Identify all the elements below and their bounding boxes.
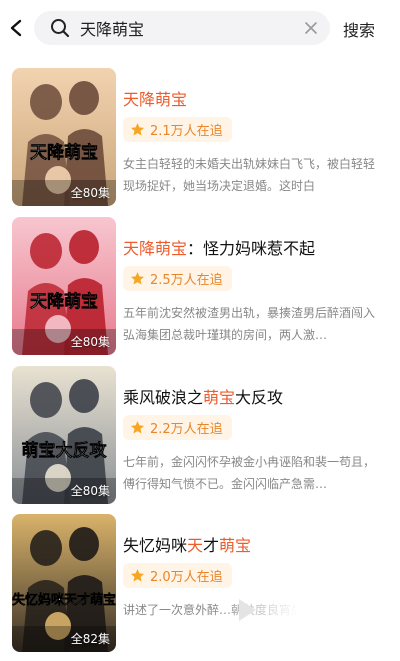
play-arrow-icon[interactable] [236, 597, 258, 623]
star-icon [131, 569, 144, 582]
poster-title-text: 萌宝大反攻 [22, 440, 108, 461]
title-text: 失忆妈咪 [123, 536, 188, 555]
search-header: 搜索 [0, 0, 400, 58]
title-highlight: 萌宝 [219, 536, 252, 555]
title-highlight: 天 [187, 536, 204, 555]
back-arrow-icon[interactable] [6, 14, 28, 42]
watchers-count: 2.5万人在追 [150, 273, 223, 288]
result-item[interactable]: 天降萌宝 全80集 天降萌宝 2.1万人在追 女主白轻轻的未婚夫出轨妹妹白飞飞，被白轻轻… [0, 68, 400, 208]
poster-image[interactable]: 失忆妈咪天才萌宝全82集 [12, 514, 116, 652]
title-text: 乘风破浪之 [123, 388, 204, 407]
result-description: 五年前沈安然被渣男出轨，暴揍渣男后醉酒闯入弘海集团总裁叶瑾琪的房间，两人激… [123, 306, 376, 342]
poster-image[interactable]: 天降萌宝全80集 [12, 217, 116, 355]
result-title[interactable]: 乘风破浪之萌宝大反攻 [123, 384, 283, 408]
episode-count: 全80集 [70, 335, 110, 349]
poster-title-text: 失忆妈咪天才萌宝 [12, 592, 116, 608]
episode-count: 全80集 [70, 484, 110, 498]
popularity-badge: 2.1万人在追 [123, 117, 232, 142]
popularity-badge: 2.0万人在追 [123, 563, 232, 588]
search-input[interactable] [80, 11, 292, 45]
popularity-badge: 2.2万人在追 [123, 415, 232, 440]
title-text: ：怪力妈咪惹不起 [187, 239, 316, 258]
title-text: 大反攻 [235, 388, 284, 407]
title-highlight: 天降萌宝 [123, 90, 188, 109]
result-item[interactable]: 萌宝大反攻 全80集 乘风破浪之萌宝大反攻 2.2万人在追 七年前，金闪闪怀孕被金小冉诬… [0, 366, 400, 506]
poster-image[interactable]: 天降萌宝全80集 [12, 68, 116, 206]
result-description: 七年前，金闪闪怀孕被金小冉诬陷和裴一苟且，傅行得知气愤不已。金闪闪临产急需… [123, 455, 376, 491]
watchers-count: 2.2万人在追 [150, 422, 223, 437]
clear-icon[interactable] [304, 21, 318, 35]
title-highlight: 萌宝 [203, 388, 236, 407]
star-icon [131, 421, 144, 434]
search-button[interactable]: 搜索 [343, 17, 375, 41]
title-highlight: 天降萌宝 [123, 239, 188, 258]
result-description: 女主白轻轻的未婚夫出轨妹妹白飞飞，被白轻轻现场捉奸，她当场决定退婚。这时白 [123, 157, 376, 193]
result-title[interactable]: 天降萌宝 [123, 86, 187, 110]
star-icon [131, 123, 144, 136]
result-title[interactable]: 失忆妈咪天才萌宝 [123, 532, 251, 556]
popularity-badge: 2.5万人在追 [123, 266, 232, 291]
watchers-count: 2.1万人在追 [150, 124, 223, 139]
search-icon [51, 19, 70, 38]
star-icon [131, 272, 144, 285]
result-title[interactable]: 天降萌宝：怪力妈咪惹不起 [123, 235, 315, 259]
result-item[interactable]: 天降萌宝 全80集 天降萌宝：怪力妈咪惹不起 2.5万人在追 五年前沈安然被渣男出轨，暴… [0, 217, 400, 357]
search-box[interactable] [34, 11, 330, 45]
episode-count: 全82集 [70, 632, 110, 646]
watchers-count: 2.0万人在追 [150, 570, 223, 585]
poster-image[interactable]: 萌宝大反攻全80集 [12, 366, 116, 504]
title-text: 才 [203, 536, 220, 555]
poster-title-text: 天降萌宝 [30, 142, 98, 163]
poster-title-text: 天降萌宝 [30, 291, 98, 312]
episode-count: 全80集 [70, 186, 110, 200]
